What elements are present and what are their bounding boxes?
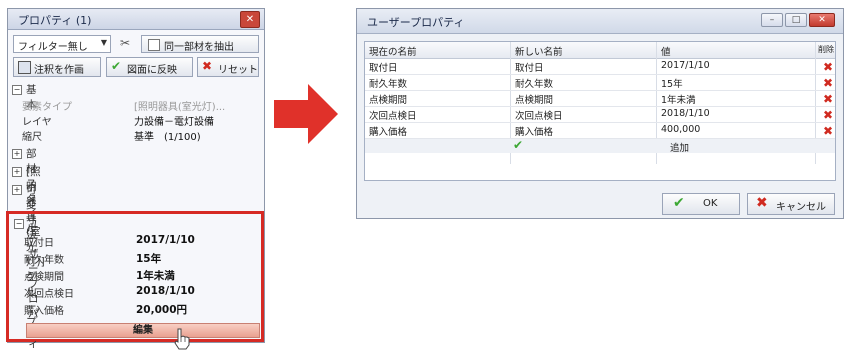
- cell-new[interactable]: 取付日: [515, 60, 544, 74]
- delete-icon[interactable]: ✖: [823, 124, 833, 138]
- expand-icon: +: [12, 167, 22, 177]
- check-icon: ✔: [513, 138, 524, 152]
- check-icon: ✔: [673, 195, 685, 211]
- reset-button[interactable]: ✖ リセット: [197, 57, 259, 77]
- user-prop-row: 点検期間 1年未満: [24, 267, 259, 283]
- apply-button-label: 図面に反映: [127, 65, 177, 76]
- close-icon[interactable]: ✕: [809, 13, 835, 27]
- prop-value: 基準 (1/100): [134, 132, 201, 143]
- cell-value[interactable]: 400,000: [661, 124, 700, 135]
- filter-select[interactable]: フィルター無し ▼: [13, 35, 111, 53]
- cell-current: 次回点検日: [369, 111, 417, 122]
- cell-value[interactable]: 2017/1/10: [661, 60, 710, 71]
- delete-icon[interactable]: ✖: [823, 108, 833, 122]
- ok-button[interactable]: ✔ OK: [662, 193, 740, 215]
- column-header: 新しい名前: [515, 47, 563, 58]
- delete-icon[interactable]: ✖: [823, 76, 833, 90]
- user-properties-dialog: ユーザープロパティ – □ ✕ 現在の名前 新しい名前 値 削除 取付日 取付日…: [356, 8, 844, 219]
- user-prop-row: 取付日 2017/1/10: [24, 233, 259, 249]
- tool-icon[interactable]: ✂: [116, 36, 134, 52]
- prop-row: レイヤ 力設備－電灯設備: [22, 112, 257, 128]
- filter-select-value: フィルター無し: [18, 42, 88, 53]
- reset-button-label: リセット: [218, 65, 258, 76]
- properties-grid: 現在の名前 新しい名前 値 削除 取付日 取付日 2017/1/10 ✖ 耐久年…: [364, 41, 836, 181]
- prop-key: 取付日: [24, 238, 54, 249]
- user-prop-row: 購入価格 20,000円: [24, 301, 259, 317]
- column-header: 削除: [818, 45, 834, 54]
- table-row[interactable]: 点検期間 点検期間 1年未満 ✖: [365, 90, 835, 107]
- annotate-button[interactable]: 注釈を作画: [13, 57, 101, 77]
- dialog-title-bar: ユーザープロパティ – □ ✕: [357, 9, 843, 34]
- prop-key: 縮尺: [22, 132, 42, 143]
- cell-current: 取付日: [369, 63, 398, 74]
- minimize-icon[interactable]: –: [761, 13, 783, 27]
- annotate-icon: [18, 61, 31, 74]
- cell-new[interactable]: 購入価格: [515, 124, 553, 138]
- cell-current: 耐久年数: [369, 79, 408, 90]
- column-header: 現在の名前: [369, 47, 417, 58]
- arrow-right-icon: [274, 84, 338, 144]
- cell-new[interactable]: 点検期間: [515, 92, 553, 106]
- same-member-label: 同一部材を抽出: [164, 42, 234, 53]
- apply-button[interactable]: ✔ 図面に反映: [106, 57, 193, 77]
- collapse-icon: −: [12, 85, 22, 95]
- maximize-icon[interactable]: □: [785, 13, 807, 27]
- edit-button[interactable]: 編集: [26, 323, 260, 338]
- cursor-hand-icon: [174, 328, 190, 350]
- annotate-button-label: 注釈を作画: [34, 65, 84, 76]
- prop-value: 15年: [136, 253, 162, 265]
- prop-key: 要素タイプ: [22, 102, 72, 113]
- column-header: 値: [661, 47, 671, 58]
- grid-header: 現在の名前 新しい名前 値 削除: [365, 42, 835, 59]
- cell-new[interactable]: 次回点検日: [515, 108, 563, 122]
- table-row[interactable]: 購入価格 購入価格 400,000 ✖: [365, 122, 835, 139]
- same-member-toggle[interactable]: 同一部材を抽出: [141, 35, 259, 53]
- cell-value[interactable]: 15年: [661, 76, 683, 90]
- cell-value[interactable]: 1年未満: [661, 92, 696, 106]
- user-prop-row: 耐久年数 15年: [24, 250, 259, 266]
- prop-row: 縮尺 基準 (1/100): [22, 127, 257, 143]
- panel-title-bar: プロパティ (1) ✕: [8, 9, 264, 30]
- x-icon: ✖: [202, 59, 213, 73]
- cell-current: 点検期間: [369, 95, 408, 106]
- delete-icon[interactable]: ✖: [823, 92, 833, 106]
- x-icon: ✖: [756, 195, 768, 211]
- prop-value: 1年未満: [136, 270, 175, 282]
- close-icon[interactable]: ✕: [240, 11, 260, 28]
- table-row[interactable]: 耐久年数 耐久年数 15年 ✖: [365, 74, 835, 91]
- prop-value: 20,000円: [136, 304, 188, 316]
- prop-key: 購入価格: [24, 306, 64, 317]
- table-row[interactable]: 次回点検日 次回点検日 2018/1/10 ✖: [365, 106, 835, 123]
- prop-key: 点検期間: [24, 272, 64, 283]
- checkbox-icon: [148, 39, 160, 51]
- prop-value: [照明器具(室光灯)...: [134, 102, 226, 113]
- expand-icon: +: [12, 185, 22, 195]
- user-prop-row: 次回点検日 2018/1/10: [24, 284, 259, 300]
- prop-value: 2017/1/10: [136, 234, 195, 246]
- cell-current: 購入価格: [369, 127, 408, 138]
- prop-value: 2018/1/10: [136, 285, 195, 297]
- cancel-button[interactable]: ✖ キャンセル: [747, 193, 835, 215]
- dialog-title: ユーザープロパティ: [367, 16, 465, 29]
- ok-button-label: OK: [703, 198, 718, 209]
- chevron-down-icon: ▼: [100, 38, 107, 47]
- prop-row: 要素タイプ [照明器具(室光灯)...: [22, 97, 257, 113]
- prop-key: 耐久年数: [24, 255, 64, 266]
- cancel-button-label: キャンセル: [776, 202, 826, 213]
- table-row[interactable]: 取付日 取付日 2017/1/10 ✖: [365, 58, 835, 75]
- cell-value[interactable]: 2018/1/10: [661, 108, 710, 119]
- expand-icon: +: [12, 149, 22, 159]
- panel-title: プロパティ (1): [18, 14, 92, 27]
- add-row[interactable]: ✔ 追加: [365, 138, 835, 154]
- delete-icon[interactable]: ✖: [823, 60, 833, 74]
- prop-key: 次回点検日: [24, 289, 74, 300]
- prop-value: 力設備－電灯設備: [134, 117, 214, 128]
- collapse-icon: −: [14, 219, 24, 229]
- prop-key: レイヤ: [22, 117, 52, 128]
- check-icon: ✔: [111, 59, 122, 73]
- cell-new[interactable]: 耐久年数: [515, 76, 553, 90]
- add-label: 追加: [670, 143, 690, 154]
